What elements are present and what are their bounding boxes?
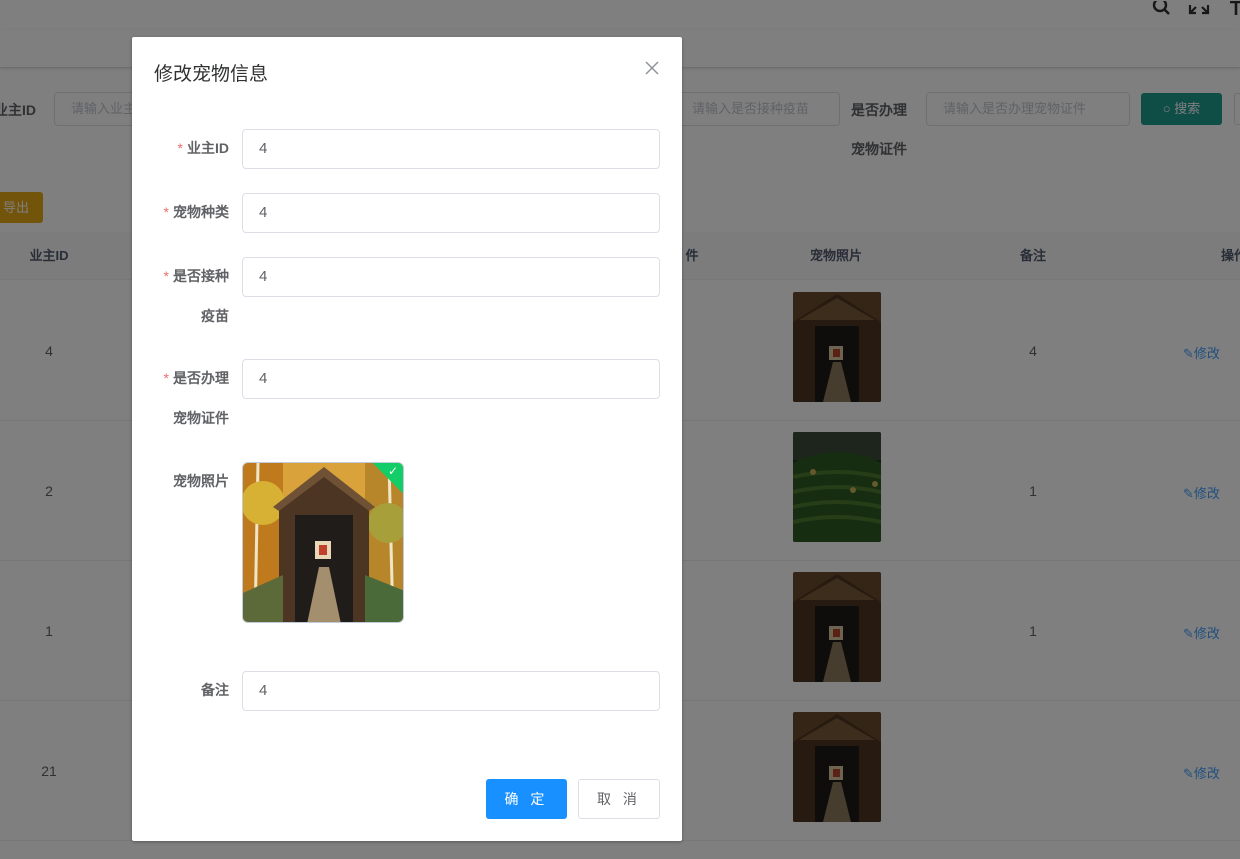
vaccine-form-label: * 是否接种 — [132, 266, 229, 286]
required-asterisk: * — [163, 268, 169, 284]
photo-form-label: 宠物照片 — [173, 473, 229, 489]
owner-id-field[interactable]: 4 — [242, 129, 660, 169]
required-asterisk: * — [177, 140, 183, 156]
owner-id-form-label: * 业主ID — [132, 138, 229, 158]
confirm-button[interactable]: 确 定 — [486, 779, 567, 819]
cert-field[interactable]: 4 — [242, 359, 660, 399]
edit-pet-dialog: 修改宠物信息 * 业主ID 4 * 宠物种类 4 * 是否接种 疫苗 4 * 是否办理 … — [132, 37, 682, 841]
cert-form-label: * 是否办理 — [132, 368, 229, 388]
vaccine-label-text-1: 是否接种 — [173, 268, 229, 284]
vaccine-form-label-line2: 疫苗 — [201, 308, 229, 324]
check-icon: ✓ — [387, 464, 398, 478]
remark-form-label: 备注 — [201, 682, 229, 698]
required-asterisk: * — [163, 204, 169, 220]
pet-type-form-label: * 宠物种类 — [132, 202, 229, 222]
required-asterisk: * — [163, 370, 169, 386]
remark-field[interactable]: 4 — [242, 671, 660, 711]
cert-label-text-1: 是否办理 — [173, 370, 229, 386]
pet-type-field[interactable]: 4 — [242, 193, 660, 233]
cancel-button[interactable]: 取 消 — [578, 779, 660, 819]
vaccine-field[interactable]: 4 — [242, 257, 660, 297]
dialog-title: 修改宠物信息 — [154, 64, 269, 85]
owner-id-label-text: 业主ID — [187, 140, 229, 156]
photo-upload-preview[interactable]: ✓ — [242, 462, 404, 623]
close-icon[interactable] — [642, 59, 662, 79]
pet-type-label-text: 宠物种类 — [173, 204, 229, 220]
cert-form-label-line2: 宠物证件 — [173, 410, 229, 426]
